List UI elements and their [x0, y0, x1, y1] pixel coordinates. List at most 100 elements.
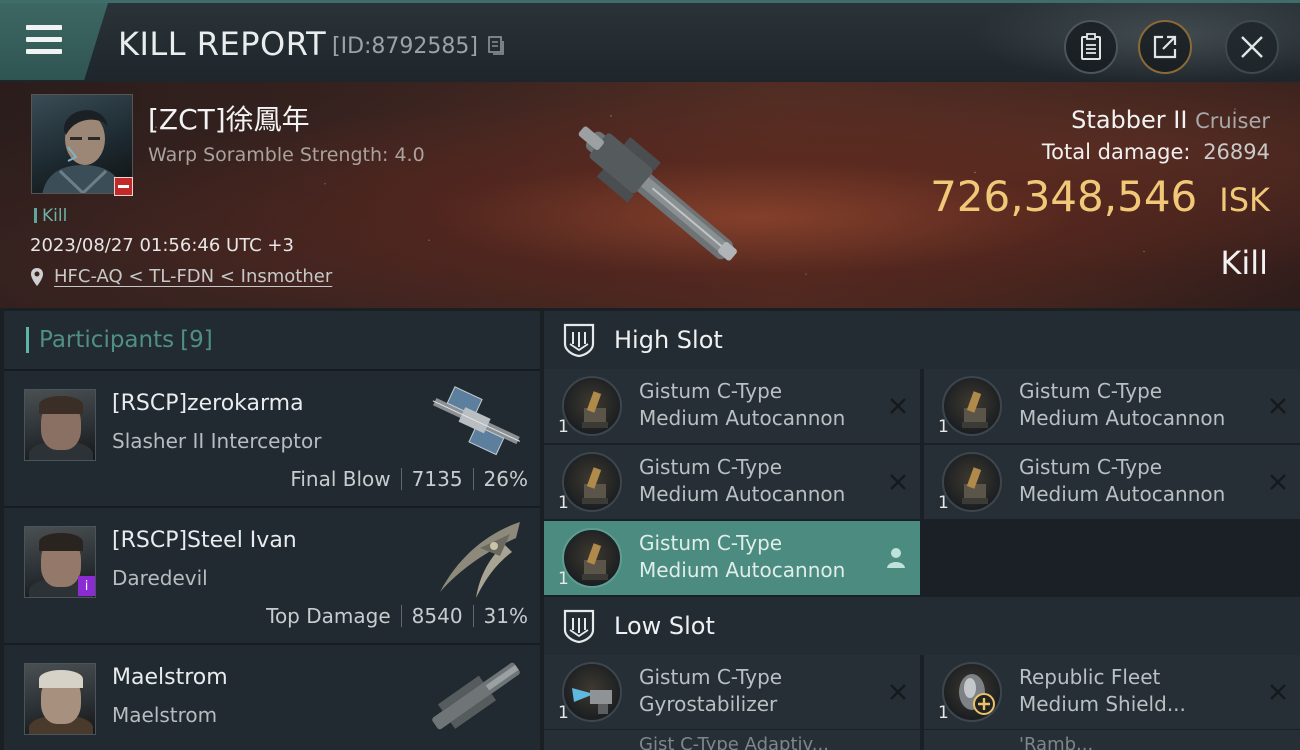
- shield-extender-icon: [942, 662, 1002, 722]
- module-name-line2: Medium Autocannon: [639, 406, 846, 430]
- participant-row[interactable]: [RSCP]zerokarma Slasher II Interceptor F…: [4, 369, 540, 506]
- module-name-line1: Republic Fleet: [1019, 665, 1161, 689]
- module-name-line1: Gistum C-Type: [639, 531, 783, 555]
- menu-icon[interactable]: [26, 25, 62, 55]
- module-name-line2: Medium Autocannon: [1019, 482, 1226, 506]
- module-card[interactable]: 1 Gistum C-Type Gyrostabilizer: [544, 655, 920, 729]
- module-card[interactable]: 1 Republic Fleet Medium Shield...: [924, 655, 1300, 729]
- participant-percent: 31%: [483, 604, 528, 628]
- participant-ship: Slasher II Interceptor: [112, 429, 322, 453]
- hostile-status-badge: [114, 177, 133, 196]
- victim-name[interactable]: [ZCT]徐鳳年: [148, 98, 310, 138]
- clipboard-button[interactable]: [1064, 20, 1118, 74]
- copy-icon[interactable]: [488, 36, 506, 56]
- module-card[interactable]: 1 Gistum C-Type Medium Autocannon: [924, 445, 1300, 519]
- module-name-line2: Medium Autocannon: [639, 482, 846, 506]
- total-damage: Total damage: 26894: [1042, 140, 1270, 164]
- isk-unit: ISK: [1219, 181, 1270, 219]
- destroyed-x-icon: [1270, 684, 1286, 700]
- module-quantity: 1: [558, 417, 569, 437]
- module-card[interactable]: 1 Gistum C-Type Medium Autocannon: [544, 369, 920, 443]
- module-name-line1: Gistum C-Type: [639, 665, 783, 689]
- isk-value: 726,348,546 ISK: [930, 172, 1270, 221]
- share-icon: [1153, 35, 1177, 59]
- location-link[interactable]: HFC-AQ < TL-FDN < Insmother: [30, 266, 332, 287]
- module-quantity: 1: [558, 703, 569, 723]
- ship-name-text: Stabber II: [1071, 106, 1188, 134]
- stat-divider: [400, 605, 402, 627]
- page-title: KILL REPORT: [118, 25, 327, 63]
- destroyed-x-icon: [1270, 474, 1286, 490]
- kill-datetime: 2023/08/27 01:56:46 UTC +3: [30, 235, 294, 256]
- participant-ship-image[interactable]: [420, 651, 532, 741]
- victim-subtitle: Warp Soramble Strength: 4.0: [148, 144, 425, 166]
- module-quantity: 1: [938, 703, 949, 723]
- module-quantity: 1: [558, 569, 569, 589]
- module-name-line1: Gistum C-Type: [639, 455, 783, 479]
- total-damage-label: Total damage:: [1041, 140, 1191, 164]
- location-pin-icon: [31, 267, 43, 286]
- participant-role: Final Blow: [290, 467, 391, 491]
- low-slot-icon: [563, 609, 595, 644]
- participants-panel: Participants [9] [RSCP]zerokarma Slasher…: [4, 311, 540, 750]
- participant-damage: 8540: [411, 604, 463, 628]
- total-damage-value: 26894: [1203, 140, 1270, 164]
- kill-tag: Kill: [34, 206, 67, 226]
- info-badge-icon: i: [78, 576, 95, 596]
- module-quantity: 1: [558, 493, 569, 513]
- participant-name[interactable]: [RSCP]zerokarma: [112, 391, 304, 416]
- module-card[interactable]: 1 Gistum C-Type Medium Autocannon: [924, 369, 1300, 443]
- stat-divider: [472, 605, 474, 627]
- module-name-line2: Medium Shield...: [1019, 692, 1186, 716]
- module-name-line2: Medium Autocannon: [1019, 406, 1226, 430]
- participant-ship: Maelstrom: [112, 703, 218, 727]
- participant-ship-image[interactable]: [420, 514, 532, 604]
- destroyed-x-icon: [890, 398, 906, 414]
- close-button[interactable]: [1225, 20, 1279, 74]
- share-button[interactable]: [1138, 20, 1192, 74]
- module-name-partial: 'Ramb...: [1019, 734, 1094, 750]
- participant-avatar[interactable]: [24, 389, 96, 461]
- module-card[interactable]: 1 Gistum C-Type Medium Autocannon: [544, 445, 920, 519]
- module-card-partial[interactable]: 'Ramb...: [924, 730, 1300, 750]
- module-quantity: 1: [938, 493, 949, 513]
- victim-ship-image[interactable]: [540, 86, 770, 301]
- module-name-line1: Gistum C-Type: [639, 379, 783, 403]
- top-bar: KILL REPORT [ID:8792585]: [0, 0, 1300, 85]
- module-card-dropped[interactable]: 1 Gistum C-Type Medium Autocannon: [544, 521, 920, 595]
- participant-role: Top Damage: [266, 604, 391, 628]
- dropped-person-icon: [887, 548, 905, 568]
- ship-class-text: Cruiser: [1195, 109, 1270, 133]
- autocannon-icon: [942, 452, 1002, 512]
- participant-damage: 7135: [411, 467, 463, 491]
- module-card-partial[interactable]: Gist C-Type Adaptiv...: [544, 730, 920, 750]
- fitting-panel: High Slot 1 Gistum C-Type Medium Autocan…: [544, 311, 1300, 750]
- participants-header[interactable]: Participants [9]: [4, 311, 540, 369]
- participant-stats: Final Blow 7135 26%: [290, 467, 528, 491]
- stat-divider: [472, 468, 474, 490]
- high-slot-header: High Slot: [544, 311, 1300, 369]
- participants-count: [9]: [180, 327, 213, 353]
- participant-name[interactable]: Maelstrom: [112, 665, 228, 690]
- participant-ship: Daredevil: [112, 566, 208, 590]
- module-name-line1: Gistum C-Type: [1019, 379, 1163, 403]
- autocannon-icon: [562, 528, 622, 588]
- participant-ship-image[interactable]: [420, 377, 532, 467]
- participant-row[interactable]: Maelstrom Maelstrom: [4, 643, 540, 750]
- module-name-line1: Gistum C-Type: [1019, 455, 1163, 479]
- victim-ship-name: Stabber II Cruiser: [1071, 106, 1270, 134]
- gyrostabilizer-icon: [562, 662, 622, 722]
- participants-title: Participants: [39, 327, 175, 353]
- participant-name[interactable]: [RSCP]Steel Ivan: [112, 528, 297, 553]
- high-slot-title: High Slot: [614, 326, 723, 354]
- isk-amount: 726,348,546: [930, 172, 1198, 221]
- participant-stats: Top Damage 8540 31%: [266, 604, 528, 628]
- module-name-line2: Medium Autocannon: [639, 558, 846, 582]
- module-quantity: 1: [938, 417, 949, 437]
- location-text[interactable]: HFC-AQ < TL-FDN < Insmother: [54, 266, 332, 287]
- participant-row[interactable]: i [RSCP]Steel Ivan Daredevil Top Damage …: [4, 506, 540, 643]
- participant-avatar[interactable]: [24, 663, 96, 735]
- report-id: [ID:8792585]: [332, 34, 478, 59]
- participant-percent: 26%: [483, 467, 528, 491]
- autocannon-icon: [942, 376, 1002, 436]
